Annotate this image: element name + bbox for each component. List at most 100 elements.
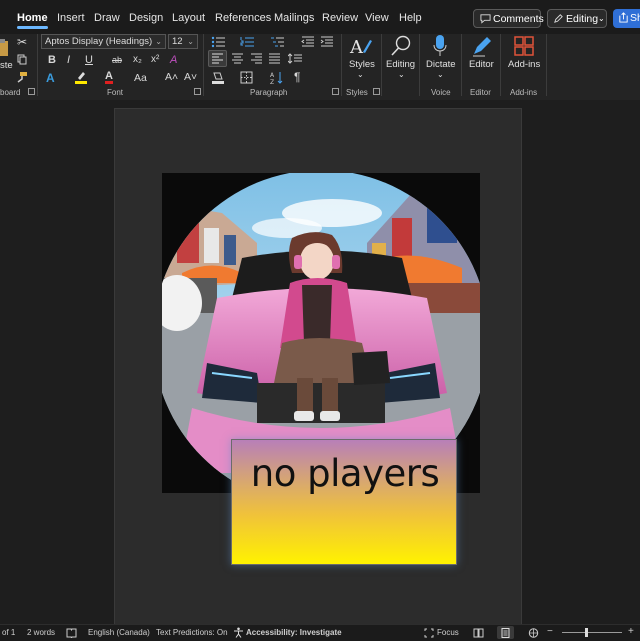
paragraph-group-label: Paragraph bbox=[250, 88, 288, 97]
bold-button[interactable]: B bbox=[48, 54, 56, 66]
print-layout-icon bbox=[501, 628, 510, 638]
format-painter-icon[interactable] bbox=[16, 71, 28, 83]
numbering-icon[interactable] bbox=[240, 36, 254, 48]
align-left-button[interactable] bbox=[208, 50, 227, 67]
zoom-slider[interactable] bbox=[562, 628, 622, 637]
tab-draw[interactable]: Draw bbox=[94, 12, 120, 24]
tab-review[interactable]: Review bbox=[322, 12, 358, 24]
change-case-button[interactable]: Aa bbox=[134, 72, 147, 84]
dictate-label: Dictate bbox=[426, 59, 456, 70]
addins-button[interactable]: Add-ins bbox=[503, 34, 545, 84]
align-center-icon[interactable] bbox=[231, 53, 244, 64]
bullets-icon[interactable] bbox=[211, 36, 225, 48]
editing-button[interactable]: Editing ⌄ bbox=[384, 34, 420, 84]
align-left-icon bbox=[212, 53, 223, 64]
chevron-down-icon: ⌄ bbox=[437, 70, 444, 79]
tab-view[interactable]: View bbox=[365, 12, 389, 24]
accessibility-status[interactable]: Accessibility: Investigate bbox=[246, 628, 342, 637]
zoom-out-icon[interactable]: − bbox=[547, 626, 553, 637]
zoom-in-icon[interactable]: + bbox=[628, 626, 634, 637]
tab-layout[interactable]: Layout bbox=[172, 12, 205, 24]
justify-icon[interactable] bbox=[268, 53, 281, 64]
paragraph-launcher-icon[interactable] bbox=[332, 88, 339, 95]
comments-button[interactable]: Comments bbox=[473, 9, 544, 28]
text-predictions-status[interactable]: Text Predictions: On bbox=[156, 628, 228, 637]
increase-indent-icon[interactable] bbox=[320, 36, 333, 48]
borders-icon[interactable] bbox=[240, 71, 253, 84]
page-count[interactable]: of 1 bbox=[2, 628, 15, 637]
word-count[interactable]: 2 words bbox=[27, 628, 55, 637]
subscript-button[interactable]: x₂ bbox=[133, 54, 142, 66]
chevron-down-icon: ⌄ bbox=[187, 37, 194, 46]
tab-mailings[interactable]: Mailings bbox=[274, 12, 314, 24]
font-name-combo[interactable]: Aptos Display (Headings) ⌄ bbox=[41, 34, 166, 49]
shading-icon[interactable] bbox=[211, 71, 225, 84]
sort-icon[interactable]: AZ bbox=[270, 71, 284, 84]
addins-label: Add-ins bbox=[508, 59, 541, 70]
accessibility-icon[interactable] bbox=[233, 627, 244, 638]
editor-pen-icon bbox=[473, 37, 491, 57]
microphone-icon bbox=[433, 35, 447, 56]
text-box-content[interactable]: no players bbox=[236, 452, 454, 495]
paste-icon[interactable] bbox=[0, 38, 12, 58]
paste-label: ste bbox=[0, 60, 13, 71]
addins-group-label: Add-ins bbox=[510, 88, 538, 97]
multilevel-list-icon[interactable] bbox=[270, 36, 284, 48]
text-box[interactable]: no players bbox=[231, 439, 457, 565]
chevron-down-icon: ⌄ bbox=[398, 70, 405, 79]
print-layout-button[interactable] bbox=[497, 626, 514, 639]
shrink-font-button[interactable]: A˅ bbox=[184, 71, 197, 83]
tab-help[interactable]: Help bbox=[399, 12, 422, 24]
highlighter-icon[interactable] bbox=[74, 70, 88, 84]
svg-text:A: A bbox=[349, 37, 364, 56]
cut-icon[interactable]: ✂ bbox=[17, 36, 27, 48]
clear-formatting-button[interactable]: A bbox=[170, 54, 177, 66]
editor-button[interactable]: Editor bbox=[464, 34, 498, 84]
font-launcher-icon[interactable] bbox=[194, 88, 201, 95]
grow-font-button[interactable]: A˄ bbox=[165, 71, 178, 83]
group-divider bbox=[203, 34, 204, 96]
share-button[interactable]: Sh bbox=[613, 9, 640, 28]
pencil-icon bbox=[554, 14, 563, 23]
strikethrough-button[interactable]: ab bbox=[112, 54, 122, 66]
group-divider bbox=[500, 34, 501, 96]
underline-button[interactable]: U bbox=[85, 54, 93, 66]
zoom-slider-thumb[interactable] bbox=[585, 628, 588, 637]
superscript-button[interactable]: x² bbox=[151, 54, 159, 66]
decrease-indent-icon[interactable] bbox=[301, 36, 314, 48]
clipboard-group-label: board bbox=[0, 88, 21, 97]
font-name-value: Aptos Display (Headings) bbox=[45, 36, 153, 47]
show-formatting-marks-button[interactable]: ¶ bbox=[294, 71, 300, 83]
font-size-value: 12 bbox=[172, 36, 183, 47]
focus-icon[interactable] bbox=[424, 628, 434, 638]
share-label: Sh bbox=[630, 12, 640, 24]
proofing-book-icon[interactable] bbox=[66, 628, 77, 638]
align-right-icon[interactable] bbox=[250, 53, 263, 64]
focus-mode-label[interactable]: Focus bbox=[437, 628, 459, 637]
ribbon: ste ✂ board Aptos Display (Headings) ⌄ 12… bbox=[0, 34, 640, 101]
font-color-button[interactable]: A bbox=[105, 71, 113, 84]
font-size-combo[interactable]: 12 ⌄ bbox=[168, 34, 198, 49]
language-indicator[interactable]: English (Canada) bbox=[88, 628, 150, 637]
tab-insert[interactable]: Insert bbox=[57, 12, 85, 24]
comment-icon bbox=[480, 14, 491, 24]
copy-icon[interactable] bbox=[17, 54, 27, 65]
web-layout-icon[interactable] bbox=[528, 628, 539, 638]
read-mode-icon[interactable] bbox=[473, 628, 484, 638]
dictate-button[interactable]: Dictate ⌄ bbox=[422, 34, 458, 84]
editing-mode-button[interactable]: Editing ⌄ bbox=[547, 9, 607, 28]
italic-button[interactable]: I bbox=[67, 54, 70, 66]
tab-home[interactable]: Home bbox=[17, 12, 48, 29]
styles-launcher-icon[interactable] bbox=[373, 88, 380, 95]
tab-design[interactable]: Design bbox=[129, 12, 163, 24]
text-effects-button[interactable]: A bbox=[46, 72, 55, 84]
chevron-down-icon: ⌄ bbox=[155, 37, 162, 46]
group-divider bbox=[341, 34, 342, 96]
clipboard-launcher-icon[interactable] bbox=[28, 88, 35, 95]
group-divider bbox=[461, 34, 462, 96]
styles-icon: A bbox=[349, 37, 372, 56]
tab-references[interactable]: References bbox=[215, 12, 271, 24]
styles-button[interactable]: A Styles ⌄ bbox=[344, 34, 376, 84]
styles-group-label: Styles bbox=[346, 88, 368, 97]
line-spacing-icon[interactable] bbox=[288, 53, 302, 64]
